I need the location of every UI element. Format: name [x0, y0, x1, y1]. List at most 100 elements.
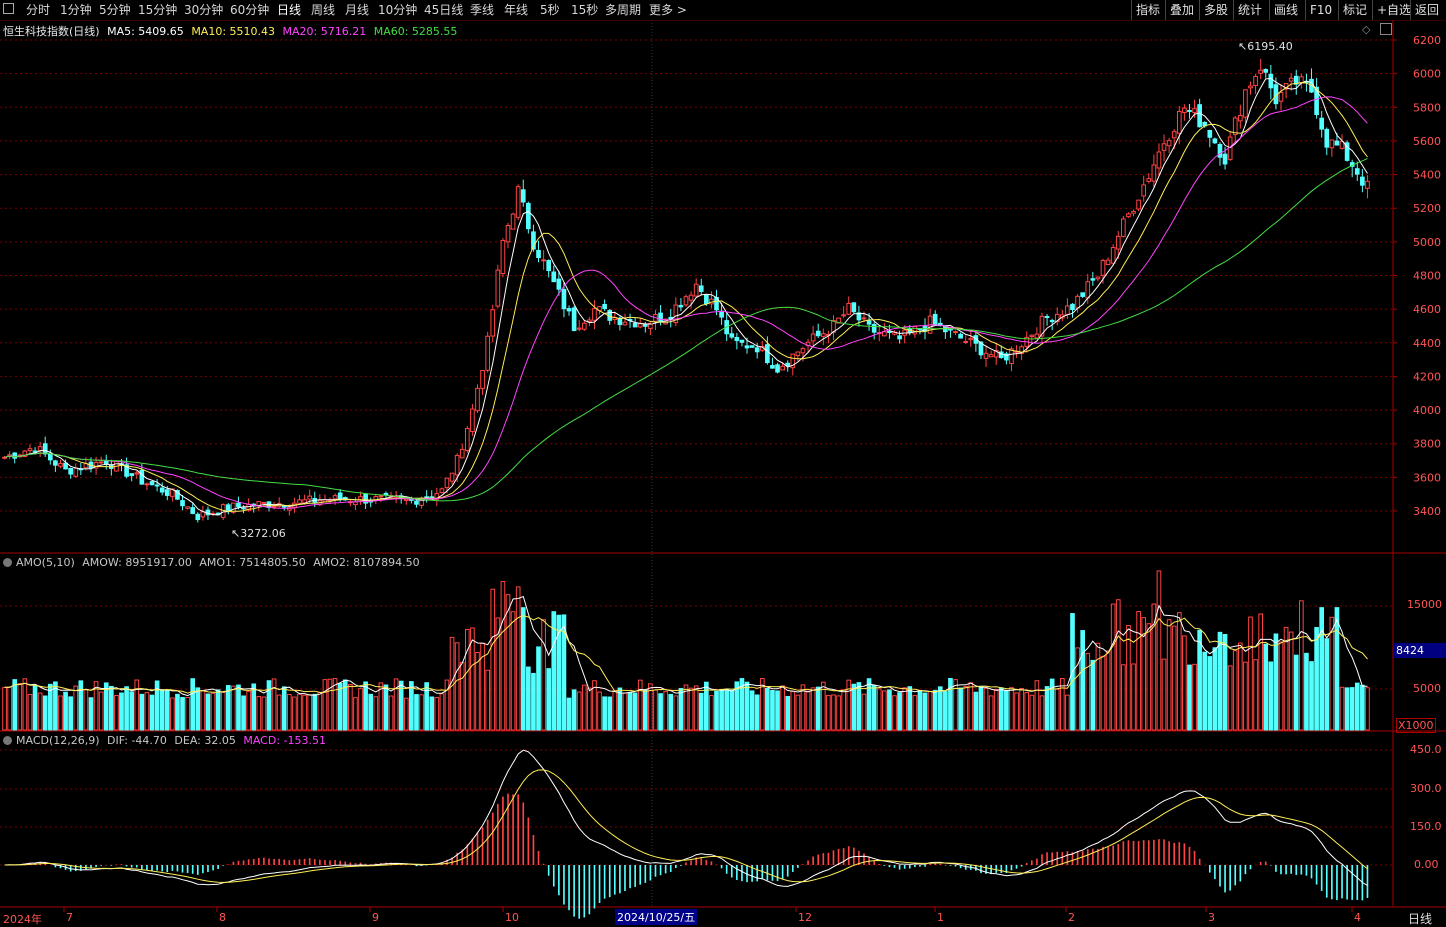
- volume-bar: [795, 694, 801, 731]
- volume-bar: [119, 692, 124, 731]
- window-menu-icon[interactable]: [3, 3, 14, 14]
- candle-body: [1131, 210, 1136, 214]
- volume-bar: [810, 687, 816, 731]
- price-tick-label: 4600: [1413, 303, 1441, 316]
- tab-30min[interactable]: 30分钟: [184, 2, 223, 18]
- volume-bar: [1095, 642, 1101, 731]
- volume-bar: [1176, 612, 1182, 731]
- tab-quarterly[interactable]: 季线: [470, 2, 494, 18]
- tab-10min[interactable]: 10分钟: [378, 2, 417, 18]
- multi-stock-button[interactable]: 多股: [1199, 0, 1232, 20]
- volume-bar: [424, 682, 429, 731]
- overlay-button[interactable]: 叠加: [1165, 0, 1198, 20]
- volume-bar: [1014, 692, 1019, 731]
- volume-bar: [526, 666, 531, 731]
- tab-15sec[interactable]: 15秒: [571, 2, 598, 18]
- tab-weekly[interactable]: 周线: [311, 2, 335, 18]
- volume-bar: [841, 689, 846, 731]
- draw-line-button[interactable]: 画线: [1269, 0, 1302, 20]
- candle-body: [307, 495, 313, 500]
- volume-bar: [917, 690, 923, 731]
- volume-bar: [800, 684, 806, 731]
- candle-body: [129, 473, 135, 477]
- volume-bar: [134, 679, 140, 731]
- f10-button[interactable]: F10: [1305, 0, 1336, 20]
- candle-body: [866, 320, 872, 325]
- volume-bar: [953, 679, 958, 731]
- candle-body: [444, 477, 450, 489]
- statistics-button[interactable]: 统计: [1233, 0, 1266, 20]
- back-button[interactable]: 返回: [1410, 0, 1443, 20]
- volume-bar: [322, 679, 328, 731]
- candle-body: [953, 331, 958, 334]
- volume-bar: [1304, 652, 1309, 731]
- volume-bar: [414, 694, 419, 731]
- volume-bar: [348, 683, 353, 731]
- volume-bar: [388, 695, 394, 731]
- candle-body: [1288, 77, 1294, 82]
- candle-body: [271, 505, 277, 508]
- volume-bar: [1039, 695, 1045, 731]
- candle-body: [1044, 316, 1050, 319]
- price-tick-label: 4400: [1413, 337, 1441, 350]
- tab-monthly[interactable]: 月线: [345, 2, 369, 18]
- volume-bar: [642, 689, 648, 731]
- volume-bar: [37, 692, 43, 731]
- volume-bar: [587, 687, 592, 731]
- volume-bar: [1146, 623, 1152, 731]
- candle-body: [383, 492, 389, 496]
- price-tick-label: 5800: [1413, 101, 1441, 114]
- volume-bar: [454, 642, 460, 731]
- candle-body: [602, 303, 607, 310]
- volume-bar: [846, 679, 852, 731]
- volume-bar: [1004, 690, 1009, 731]
- volume-bar: [256, 696, 262, 731]
- candle-body: [144, 483, 150, 486]
- tab-45day[interactable]: 45日线: [424, 2, 463, 18]
- volume-bar: [409, 681, 414, 731]
- volume-bar: [297, 693, 302, 731]
- add-watchlist-button[interactable]: +自选: [1372, 0, 1415, 20]
- volume-bar: [576, 691, 582, 731]
- volume-bar: [1314, 627, 1319, 731]
- volume-bar: [1268, 661, 1274, 731]
- volume-bar: [1110, 603, 1116, 731]
- volume-bar: [1253, 659, 1258, 731]
- candle-body: [1197, 104, 1202, 128]
- candle-body: [1334, 140, 1340, 146]
- volume-bar: [317, 692, 323, 731]
- price-tick-label: 5200: [1413, 202, 1441, 215]
- volume-bar: [698, 692, 704, 731]
- chart-canvas[interactable]: 6200 6000 5800 5600 5400 5200 5000 4800 4600 4400…: [0, 20, 1446, 926]
- tab-60min[interactable]: 60分钟: [230, 2, 269, 18]
- candle-body: [1136, 199, 1141, 210]
- indicator-button[interactable]: 指标: [1131, 0, 1164, 20]
- candle-body: [378, 495, 384, 498]
- mark-button[interactable]: 标记: [1338, 0, 1371, 20]
- volume-bar: [1227, 665, 1233, 731]
- tab-daily[interactable]: 日线: [277, 2, 301, 18]
- tab-more[interactable]: 更多 >: [649, 2, 687, 18]
- tab-15min[interactable]: 15分钟: [138, 2, 177, 18]
- tab-5min[interactable]: 5分钟: [99, 2, 131, 18]
- volume-bar: [897, 692, 902, 731]
- tab-5sec[interactable]: 5秒: [540, 2, 560, 18]
- candle-body: [1237, 115, 1243, 122]
- candle-body: [698, 285, 704, 292]
- tab-multi-period[interactable]: 多周期: [605, 2, 641, 18]
- volume-bar: [546, 668, 552, 731]
- tab-fenshi[interactable]: 分时: [26, 2, 50, 18]
- volume-bar: [266, 680, 272, 731]
- volume-bar: [749, 690, 755, 731]
- volume-bar: [1197, 629, 1202, 731]
- candle-body: [637, 323, 643, 328]
- volume-bar: [1182, 635, 1187, 731]
- candle-body: [439, 488, 445, 494]
- candle-body: [1065, 305, 1070, 315]
- candle-body: [861, 317, 867, 320]
- candle-body: [1100, 260, 1106, 276]
- candle-body: [571, 307, 577, 331]
- tab-yearly[interactable]: 年线: [504, 2, 528, 18]
- tab-1min[interactable]: 1分钟: [60, 2, 92, 18]
- volume-bar: [892, 695, 897, 731]
